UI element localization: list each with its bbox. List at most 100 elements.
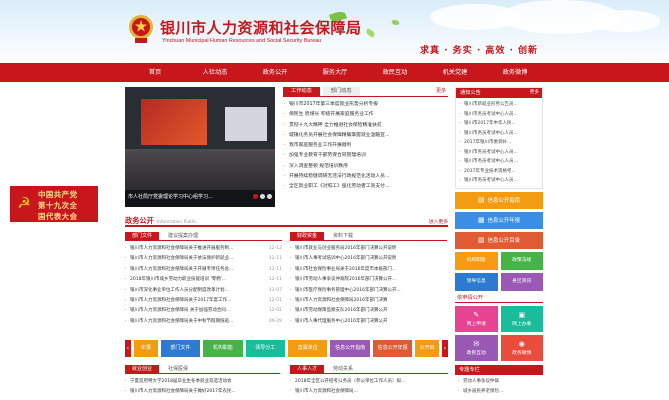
site-subtitle: Yinchuan Municipal Human Resources and S… <box>162 38 322 44</box>
nav-item-gov-open[interactable]: 政务公开 <box>245 63 305 82</box>
nav-item-home[interactable]: 首页 <box>125 63 185 82</box>
catalog-icon: ▧ <box>478 236 485 244</box>
finance-column: 财政资金 资料下载 银川市就业与创业服务局2016年部门决算公开说明 银川市人事… <box>290 232 447 327</box>
interaction-tile[interactable]: ✉ 政民互动 <box>455 334 498 361</box>
list-item[interactable]: 2018年全区公开招考公务员（参公单位工作人员）拟... <box>290 377 448 387</box>
tab-proposals[interactable]: 建议提案办理 <box>161 232 205 241</box>
photo-caption[interactable]: 市人社局厅党委理论学习中心组学习... <box>128 193 213 200</box>
slide-dot[interactable] <box>267 194 272 199</box>
tab-social-insurance[interactable]: 社保医保 <box>161 365 195 374</box>
list-item[interactable]: 银川市人力资源和社会保障局关于依法保护新就业...12-11 <box>125 254 282 264</box>
notice-item[interactable]: 银川市务员考试中心人员... <box>459 110 539 120</box>
nav-item-party[interactable]: 机关党建 <box>425 63 485 82</box>
tab-labor-relations[interactable]: 劳动关系 <box>326 365 360 374</box>
list-item[interactable]: 银川市人力资源和社会保障局关于2017年度工作...12-01 <box>125 296 282 306</box>
online-service-tile[interactable]: ▣ 网上办事 <box>500 305 543 332</box>
list-item[interactable]: 城乡居民养老保险... <box>458 387 540 397</box>
notice-item[interactable]: 银川市务员考试中心人员... <box>459 148 539 158</box>
news-item[interactable]: 加强专业教育干部劳保合同管理培训 <box>283 151 448 161</box>
photo-screen <box>225 107 267 141</box>
county-news-tile[interactable]: 县区资讯 <box>500 272 543 291</box>
tab-finance[interactable]: 财政资金 <box>290 232 325 241</box>
carousel-item[interactable]: 直属单位 <box>287 340 328 357</box>
carousel-item[interactable]: 公开目 <box>415 340 439 357</box>
list-item[interactable]: 银川市人事考试培训中心2016年部门决算公开说明 <box>290 254 447 264</box>
list-item[interactable]: 银川市人力资源和社会保障局关于做好2017年农民... <box>125 387 280 397</box>
carousel-item[interactable]: 部门文件 <box>160 340 201 357</box>
carousel-prev-button[interactable]: ‹ <box>125 340 131 357</box>
list-item[interactable]: 银川市劳动保障监察支队2016年部门决算公开 <box>290 306 447 316</box>
notice-item[interactable]: 2017年银川市委调补... <box>459 138 539 148</box>
list-item[interactable]: 银川市深化事业单位工作人员分配制度改革计划...12-07 <box>125 286 282 296</box>
list-item[interactable]: 宁夏首府特大学2018届毕业生冬季就业双选活动会 <box>125 377 280 387</box>
party-congress-banner[interactable]: ☭ 中国共产党 第十九次全 国代表大会 <box>10 186 98 222</box>
list-item[interactable]: 银川市人力资源和社会保障局... <box>290 387 448 397</box>
list-item[interactable]: 2018年银川市城乡劳动力职业技能培训 '零佣'...12-11 <box>125 275 282 285</box>
leader-info-tile[interactable]: 领导信息 <box>455 272 498 291</box>
nav-item-weibo[interactable]: 政务微博 <box>485 63 545 82</box>
carousel-item[interactable]: 信息公开指南 <box>330 340 370 357</box>
list-item[interactable]: 银川市劳动人事争议仲裁院2016年部门决算公开... <box>290 275 447 285</box>
notice-item[interactable]: 银川市新就业形势公告员... <box>459 100 539 110</box>
tab-work-news[interactable]: 工作动态 <box>283 87 320 96</box>
nav-item-interaction[interactable]: 政民互动 <box>365 63 425 82</box>
slide-dot[interactable] <box>260 194 265 199</box>
carousel-item[interactable]: 机构职能 <box>203 340 243 357</box>
list-item[interactable]: 银川市医疗保险事务管理中心2016年部门决算公开... <box>290 286 447 296</box>
topics-section: 专题专栏 劳动人事争议仲裁 城乡居民养老保险... <box>455 365 543 400</box>
news-item[interactable]: 深入调查整顿 规范培训秩序 <box>283 162 448 172</box>
leaf-decoration <box>365 28 376 38</box>
carousel-item[interactable]: 领导分工 <box>245 340 285 357</box>
news-item[interactable]: 保民生 稳增长 积极开展家庭服务业工作 <box>283 110 448 120</box>
list-item[interactable]: 银川市社会保险事业局关于2016年度市本级部门... <box>290 265 447 275</box>
notice-panel: 通知公告 更多 银川市新就业形势公告员... 银川市务员考试中心人员... 银川… <box>455 87 543 189</box>
tab-dept-docs[interactable]: 部门文件 <box>125 232 160 241</box>
nav-item-service-hall[interactable]: 服务大厅 <box>305 63 365 82</box>
notice-item[interactable]: 2017年专业技术资格考... <box>459 167 539 177</box>
nav-item-news[interactable]: 人社动态 <box>185 63 245 82</box>
weibo-tile[interactable]: ◉ 政务微博 <box>500 334 543 361</box>
notice-item[interactable]: 银川市务员考试中心人员... <box>459 157 539 167</box>
list-item[interactable]: 银川市人力资源和社会保障局 关于加强劳动合同...12-01 <box>125 306 282 316</box>
list-item[interactable]: 银川市人事代理服务中心2016年部门决算公开 <box>290 317 447 327</box>
list-item[interactable]: 银川市就业与创业服务局2016年部门决算公开说明 <box>290 244 447 254</box>
tab-downloads[interactable]: 资料下载 <box>326 232 360 241</box>
carousel-next-button[interactable]: › <box>441 340 448 357</box>
weibo-icon: ◉ <box>518 339 525 348</box>
news-item[interactable]: 我市家庭服务业工作开展顺利 <box>283 141 448 151</box>
info-annual-report-tile[interactable]: ▦ 信息公开年报 <box>455 211 543 229</box>
tab-dept-news[interactable]: 部门动态 <box>322 87 360 96</box>
tab-employment[interactable]: 就业创业 <box>125 365 160 374</box>
carousel-item[interactable]: 信息公开年报 <box>372 340 413 357</box>
news-item[interactable]: 银川市2017年第三季度就业形势分析专报 <box>283 100 448 110</box>
section-more-link[interactable]: 进入更多 <box>429 218 448 225</box>
info-guide-tile[interactable]: ▤ 信息公开指南 <box>455 191 543 209</box>
list-item[interactable]: 银川市人力资源和社会保障局关于推进开展服务制...12-12 <box>125 244 282 254</box>
pen-icon: ✎ <box>473 310 480 319</box>
notice-more-link[interactable]: 更多 <box>530 88 539 98</box>
news-item[interactable]: 贯彻十九大精神 全力推进社会保险精准扶贫 <box>283 121 448 131</box>
list-item[interactable]: 银川市人力资源和社会保障局2016年部门决算 <box>290 296 447 306</box>
carousel-item[interactable]: 年报 <box>134 340 158 357</box>
list-item[interactable]: 银川市人力资源和社会保障局关于中秋节假期值班...09-29 <box>125 317 282 327</box>
news-item[interactable]: 城镇化务员开展社会保障精确掌握就业温暖宣... <box>283 131 448 141</box>
notice-list: 银川市新就业形势公告员... 银川市务员考试中心人员... 银川市2017年中华… <box>456 98 542 188</box>
tab-personnel[interactable]: 人事人才 <box>290 365 325 374</box>
notice-item[interactable]: 银川市务员考试中心人员... <box>459 176 539 186</box>
notice-item[interactable]: 银川市2017年中华人民... <box>459 119 539 129</box>
online-apply-tile[interactable]: ✎ 网上申请 <box>455 305 498 332</box>
more-link[interactable]: 更多 <box>436 87 446 94</box>
cloud-decoration <box>590 10 660 32</box>
notice-item[interactable]: 银川市务员考试中心人员... <box>459 129 539 139</box>
personnel-section: 人事人才 劳动关系 2018年全区公开招考公务员（参公单位工作人员）拟... 银… <box>290 365 448 400</box>
info-catalog-tile[interactable]: ▧ 信息公开目录 <box>455 231 543 249</box>
news-photo-slideshow[interactable]: 市人社局厅党委理论学习中心组学习... <box>125 87 275 207</box>
list-item[interactable]: 劳动人事争议仲裁 <box>458 377 540 387</box>
news-item[interactable]: 开展持续稳健调研无违法行政规范化活动人员... <box>283 172 448 182</box>
org-function-tile[interactable]: 机构职能 <box>455 251 498 270</box>
policy-tile[interactable]: 政策法规 <box>500 251 543 270</box>
slide-dot[interactable] <box>253 194 258 199</box>
banner-line: 第十九次全 <box>38 201 78 210</box>
list-item[interactable]: 银川市人力资源和社会保障局关于开展专项任务总...12-11 <box>125 265 282 275</box>
news-item[interactable]: 全区就业职工《对照工》强化劳动者工资支付... <box>283 182 448 192</box>
